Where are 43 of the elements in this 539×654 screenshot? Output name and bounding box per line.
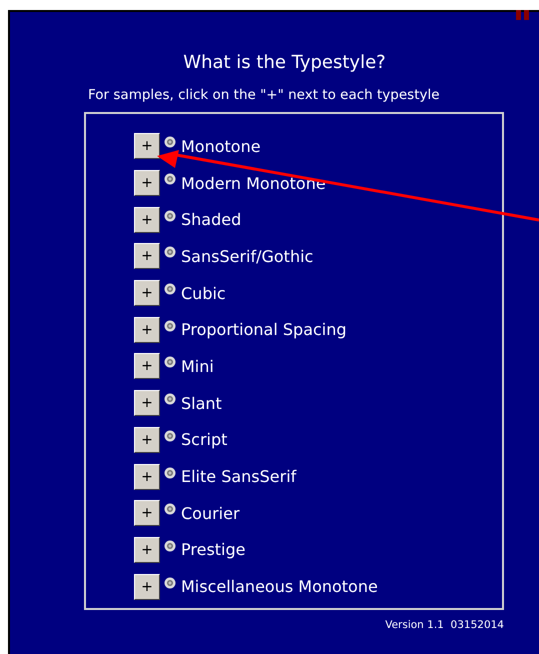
- typestyle-name: Script: [181, 430, 228, 450]
- version-text: Version 1.1 03152014: [384, 619, 504, 631]
- typestyle-name: Miscellaneous Monotone: [181, 577, 378, 596]
- disc-icon: [164, 430, 176, 442]
- expand-button[interactable]: +: [134, 170, 160, 196]
- expand-button[interactable]: +: [134, 243, 160, 270]
- disc-icon: [164, 540, 176, 552]
- disc-icon: [164, 576, 176, 589]
- typestyle-name: Monotone: [181, 136, 261, 156]
- typestyle-name: Courier: [181, 504, 240, 523]
- expand-button[interactable]: +: [134, 574, 160, 600]
- disc-icon: [164, 503, 176, 516]
- disc-icon: [164, 283, 176, 296]
- disc-icon: [164, 320, 176, 332]
- expand-button[interactable]: +: [134, 206, 160, 233]
- expand-button[interactable]: +: [134, 280, 160, 306]
- typestyle-name: Elite SansSerif: [181, 467, 296, 486]
- page-title: What is the Typestyle?: [182, 52, 387, 73]
- disc-icon: [164, 210, 176, 222]
- typestyle-name: SansSerif/Gothic: [181, 246, 314, 266]
- edge-marks-icon: [516, 10, 530, 20]
- typestyle-name: Slant: [181, 394, 222, 413]
- disc-icon: [164, 173, 176, 186]
- expand-button[interactable]: +: [134, 133, 160, 160]
- expand-button[interactable]: +: [134, 390, 160, 416]
- typestyle-name: Modern Monotone: [181, 174, 326, 193]
- expand-button[interactable]: +: [134, 316, 160, 343]
- typestyle-name: Cubic: [181, 284, 226, 303]
- expand-button[interactable]: +: [134, 464, 160, 490]
- expand-button[interactable]: +: [134, 353, 160, 380]
- disc-icon: [164, 356, 176, 368]
- expand-button[interactable]: +: [134, 500, 160, 526]
- instructions-text: For samples, click on the "+" next to each typestyle: [88, 87, 440, 103]
- typestyle-name: Prestige: [181, 540, 246, 560]
- disc-icon: [164, 136, 176, 148]
- disc-icon: [164, 246, 176, 258]
- expand-button[interactable]: +: [134, 426, 160, 453]
- disc-icon: [164, 393, 176, 406]
- typestyle-name: Mini: [181, 356, 214, 376]
- typestyle-name: Shaded: [181, 210, 242, 230]
- typestyle-name: Proportional Spacing: [181, 320, 347, 340]
- expand-button[interactable]: +: [134, 536, 160, 563]
- disc-icon: [164, 466, 176, 479]
